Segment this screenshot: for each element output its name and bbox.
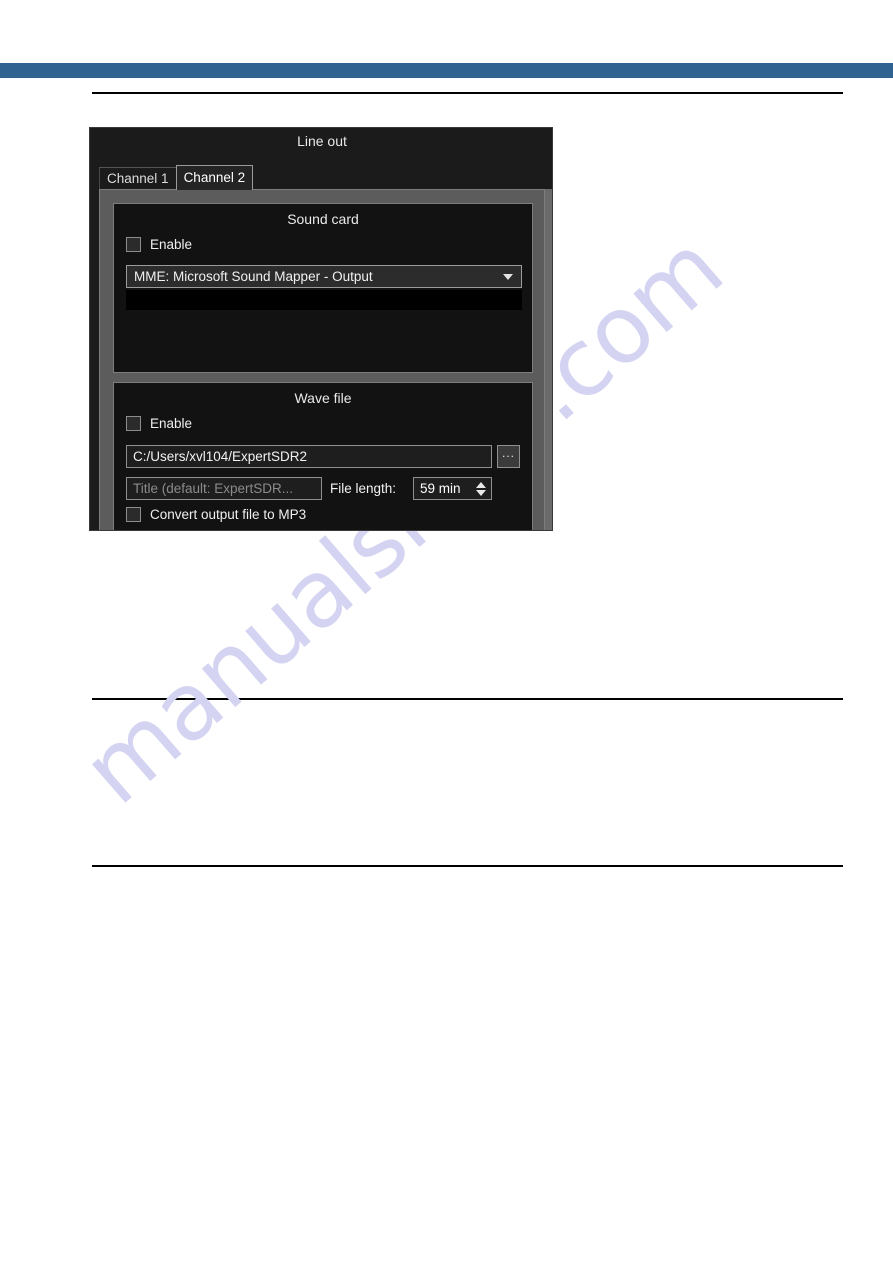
- wave-file-enable-label: Enable: [150, 416, 193, 431]
- sound-card-enable-checkbox[interactable]: [126, 237, 141, 252]
- sound-card-enable-row[interactable]: Enable: [126, 237, 192, 252]
- sound-card-device-combobox[interactable]: MME: Microsoft Sound Mapper - Output: [126, 265, 522, 288]
- horizontal-rule-top: [92, 92, 843, 94]
- convert-mp3-checkbox[interactable]: [126, 507, 141, 522]
- convert-mp3-label: Convert output file to MP3: [150, 507, 307, 522]
- file-length-spin-buttons[interactable]: [474, 478, 491, 499]
- page-header-band: [0, 63, 893, 78]
- wave-file-enable-checkbox[interactable]: [126, 416, 141, 431]
- convert-mp3-row[interactable]: Convert output file to MP3: [126, 507, 306, 522]
- sound-card-secondary-field[interactable]: [126, 290, 522, 310]
- line-out-dialog: Line out Channel 1 Channel 2 Sound card …: [89, 127, 553, 531]
- sound-card-group-title: Sound card: [287, 211, 359, 227]
- file-length-label: File length:: [330, 481, 397, 496]
- file-length-spinbox[interactable]: 59 min: [413, 477, 492, 500]
- sound-card-enable-label: Enable: [150, 237, 193, 252]
- wave-file-enable-row[interactable]: Enable: [126, 416, 192, 431]
- horizontal-rule-middle: [92, 698, 843, 700]
- chevron-down-icon: [503, 273, 513, 280]
- sound-card-group: Sound card Enable MME: Microsoft Sound M…: [113, 203, 533, 373]
- document-page: manualshive.com Line out Channel 1 Chann…: [0, 0, 893, 1263]
- channel-tabbar: Channel 1 Channel 2: [99, 165, 254, 190]
- wave-file-title-input[interactable]: Title (default: ExpertSDR...: [126, 477, 322, 500]
- tab-channel-1[interactable]: Channel 1: [99, 167, 177, 190]
- wave-file-path-input[interactable]: C:/Users/xvl104/ExpertSDR2: [126, 445, 492, 468]
- horizontal-rule-bottom: [92, 865, 843, 867]
- tab-channel-2[interactable]: Channel 2: [175, 165, 254, 190]
- caret-down-icon[interactable]: [476, 489, 486, 496]
- caret-up-icon[interactable]: [476, 481, 486, 488]
- file-length-value: 59 min: [420, 481, 461, 496]
- wave-file-group-title: Wave file: [294, 390, 352, 406]
- dialog-title: Line out: [297, 133, 347, 149]
- wave-file-group: Wave file Enable C:/Users/xvl104/ExpertS…: [113, 382, 533, 530]
- wave-file-browse-button[interactable]: ...: [497, 445, 520, 468]
- channel-2-tab-panel: Sound card Enable MME: Microsoft Sound M…: [99, 189, 545, 530]
- sound-card-device-value: MME: Microsoft Sound Mapper - Output: [134, 269, 373, 284]
